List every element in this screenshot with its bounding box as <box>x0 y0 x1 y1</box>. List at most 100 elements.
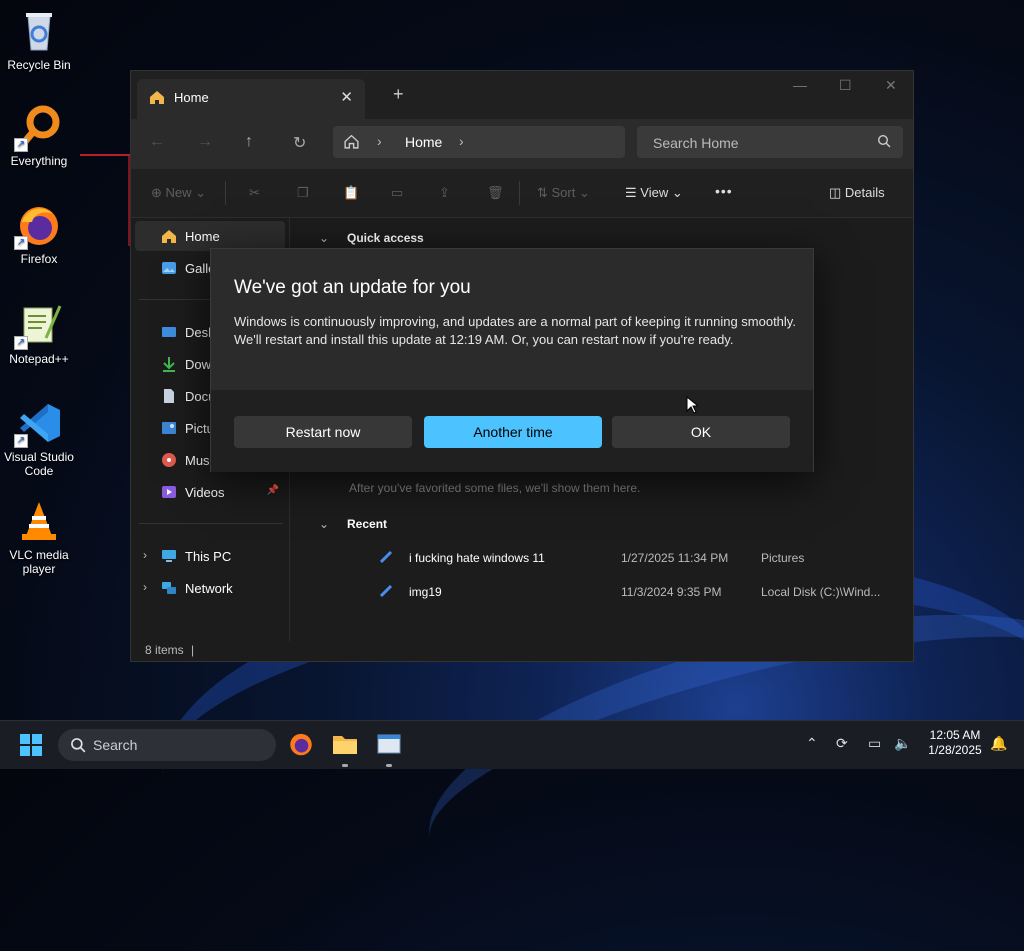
dialog-footer: Restart now Another time OK <box>211 390 813 472</box>
sort-button[interactable]: ⇅ Sort ⌄ <box>537 185 590 201</box>
taskbar-file-explorer-icon[interactable] <box>332 731 360 767</box>
gallery-icon <box>161 260 177 276</box>
nav-item-this-pc[interactable]: › This PC <box>135 541 285 571</box>
music-icon <box>161 452 177 468</box>
share-icon[interactable]: ⇪ <box>439 185 450 201</box>
nav-label: This PC <box>185 549 232 564</box>
file-date: 11/3/2024 9:35 PM <box>621 585 722 599</box>
mouse-cursor-icon <box>686 395 700 419</box>
file-name: i fucking hate windows 11 <box>409 551 545 565</box>
chevron-right-icon[interactable]: › <box>143 580 147 594</box>
maximize-icon[interactable]: ☐ <box>839 77 852 94</box>
dialog-message: Windows is continuously improving, and u… <box>234 314 796 347</box>
nav-item-network[interactable]: › Network <box>135 573 285 603</box>
paste-icon[interactable]: 📋 <box>343 185 359 201</box>
nav-label: Desktop <box>185 325 211 340</box>
chevron-up-icon[interactable]: ⌃ <box>806 735 818 752</box>
network-status-icon[interactable]: ▭ <box>868 735 881 752</box>
command-bar: ⊕ New ⌄ ✂ ❐ 📋 ▭ ⇪ 🗑 ⇅ Sort ⌄ ☰ View ⌄ ••… <box>131 169 913 218</box>
desktop-icon-label: Notepad++ <box>9 352 69 366</box>
download-arrow-icon <box>161 356 177 372</box>
pin-icon[interactable]: 📌 <box>267 485 279 496</box>
desktop-icon-everything[interactable]: ↗ Everything <box>0 104 78 168</box>
chevron-down-icon: ⌄ <box>319 517 330 531</box>
desktop-icon-label: VLC media player <box>9 548 69 576</box>
copy-icon[interactable]: ❐ <box>297 185 309 201</box>
vlc-cone-icon <box>16 498 62 544</box>
nav-label: Documents <box>185 389 211 404</box>
chevron-right-icon: › <box>377 133 382 149</box>
desktop-icon-firefox[interactable]: ↗ Firefox <box>0 202 78 266</box>
details-button[interactable]: ◫ Details <box>829 185 885 201</box>
taskbar-app-window-icon[interactable] <box>376 731 404 767</box>
vscode-icon: ↗ <box>14 400 62 448</box>
desktop-icon-notepadpp[interactable]: ↗ Notepad++ <box>0 302 78 366</box>
nav-label: Downloads <box>185 357 211 372</box>
network-icon <box>161 580 177 596</box>
chevron-right-icon[interactable]: › <box>143 548 147 562</box>
up-arrow-icon[interactable]: ↑ <box>245 133 253 151</box>
magnifier-icon: ↗ <box>14 104 62 152</box>
dialog-title: We've got an update for you <box>234 277 471 298</box>
view-button[interactable]: ☰ View ⌄ <box>625 185 683 201</box>
picture-icon <box>161 420 177 436</box>
cut-icon[interactable]: ✂ <box>249 185 260 201</box>
rename-icon[interactable]: ▭ <box>391 185 403 201</box>
recent-header[interactable]: ⌄ Recent <box>319 517 387 531</box>
back-arrow-icon[interactable]: ← <box>149 133 165 151</box>
notification-bell-icon[interactable]: 🔔 <box>990 735 1007 752</box>
nav-label: Music <box>185 453 211 468</box>
breadcrumb-home[interactable]: Home <box>405 134 442 150</box>
quick-access-header[interactable]: ⌄ Quick access <box>319 231 424 245</box>
clock-time: 12:05 AM <box>929 728 981 742</box>
windows-start-icon[interactable] <box>20 734 42 756</box>
red-annotation-line <box>80 154 130 156</box>
restart-now-button[interactable]: Restart now <box>234 416 412 448</box>
taskbar-search[interactable]: Search <box>58 729 276 761</box>
home-icon <box>161 228 177 244</box>
taskbar-firefox-icon[interactable] <box>288 731 316 759</box>
more-options-button[interactable]: ••• <box>715 183 733 199</box>
chevron-right-icon[interactable]: › <box>459 133 464 149</box>
taskbar: Search ⌃ ⟳ ▭ 🔈 12:05 AM 1/28/2025 🔔 <box>0 720 1024 769</box>
nav-label: Home <box>185 229 220 244</box>
home-icon <box>149 89 165 110</box>
taskbar-search-label: Search <box>93 737 138 753</box>
desktop-icon-vscode[interactable]: ↗ Visual Studio Code <box>0 400 78 478</box>
close-tab-icon[interactable]: ✕ <box>340 88 353 106</box>
minimize-icon[interactable]: — <box>793 77 807 93</box>
sync-icon[interactable]: ⟳ <box>836 735 848 752</box>
tab-home[interactable]: Home ✕ <box>137 79 365 119</box>
search-box[interactable] <box>637 126 903 160</box>
desktop-icon-label: Firefox <box>20 252 58 266</box>
desktop-icon-recycle-bin[interactable]: Recycle Bin <box>0 8 78 72</box>
breadcrumb[interactable]: › Home › <box>333 126 625 158</box>
desktop-icon-vlc[interactable]: VLC media player <box>0 498 78 576</box>
ok-button[interactable]: OK <box>612 416 790 448</box>
table-row[interactable]: img19 11/3/2024 9:35 PM Local Disk (C:)\… <box>379 578 899 606</box>
nav-item-videos[interactable]: Videos 📌 <box>135 477 285 507</box>
file-date: 1/27/2025 11:34 PM <box>621 551 729 565</box>
image-file-icon <box>379 550 393 567</box>
shortcut-arrow-icon: ↗ <box>14 336 28 350</box>
shortcut-arrow-icon: ↗ <box>14 138 28 152</box>
new-tab-plus-icon[interactable]: + <box>393 84 404 105</box>
sort-label: Sort <box>551 185 576 200</box>
delete-icon[interactable]: 🗑 <box>487 185 504 201</box>
nav-item-home[interactable]: Home <box>135 221 285 251</box>
nav-label: Pictures <box>185 421 211 436</box>
close-window-icon[interactable]: ✕ <box>885 77 897 94</box>
new-button[interactable]: ⊕ New ⌄ <box>151 185 206 201</box>
refresh-icon[interactable]: ↻ <box>293 133 306 153</box>
update-dialog: We've got an update for you Windows is c… <box>210 248 814 472</box>
table-row[interactable]: i fucking hate windows 11 1/27/2025 11:3… <box>379 544 899 572</box>
another-time-button[interactable]: Another time <box>424 416 602 448</box>
view-label: View <box>640 185 669 200</box>
search-input[interactable] <box>637 126 875 160</box>
file-name: img19 <box>409 585 442 599</box>
forward-arrow-icon[interactable]: → <box>197 133 213 151</box>
volume-muted-icon[interactable]: 🔈 <box>894 735 911 752</box>
desktop-icon-label: Visual Studio Code <box>4 450 74 478</box>
clock[interactable]: 12:05 AM 1/28/2025 <box>916 728 994 758</box>
image-file-icon <box>379 584 393 601</box>
